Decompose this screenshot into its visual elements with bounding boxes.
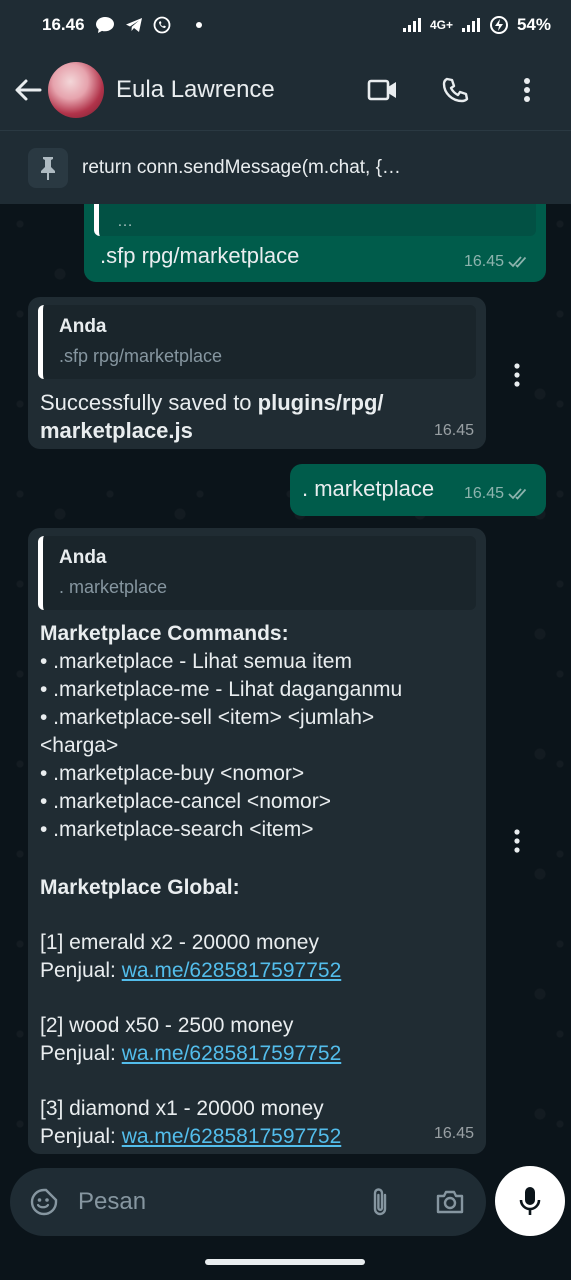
seller-link[interactable]: wa.me/6285817597752 xyxy=(122,959,342,982)
contact-name[interactable]: Eula Lawrence xyxy=(116,76,275,104)
kebab-menu-icon xyxy=(514,829,520,853)
microphone-icon xyxy=(519,1187,541,1215)
video-call-button[interactable] xyxy=(361,68,405,112)
pin-icon xyxy=(28,147,68,188)
kebab-menu-icon xyxy=(524,78,530,102)
quoted-text: . marketplace xyxy=(59,577,168,597)
message-incoming[interactable]: Anda . marketplace Marketplace Commands:… xyxy=(28,528,486,1154)
pinned-text: return conn.sendMessage(m.chat, {… xyxy=(82,156,401,178)
message-input[interactable]: Pesan xyxy=(78,1188,358,1216)
kebab-menu-icon xyxy=(514,363,520,387)
chat-area[interactable]: … .sfp rpg/marketplace 16.45 Anda .sfp r… xyxy=(0,204,571,1170)
command-line: <harga> xyxy=(40,734,119,757)
message-time: 16.45 xyxy=(464,248,532,276)
quoted-text: .sfp rpg/marketplace xyxy=(59,346,223,366)
phone-icon xyxy=(442,77,469,103)
pinned-message-bar[interactable]: return conn.sendMessage(m.chat, {… xyxy=(0,130,571,204)
arrow-left-icon xyxy=(15,79,42,101)
message-outgoing[interactable]: . marketplace 16.45 xyxy=(290,464,546,516)
chat-bubble-icon xyxy=(95,16,115,34)
double-check-icon xyxy=(508,256,527,268)
signal-icon xyxy=(402,17,422,33)
seller-label: Penjual: xyxy=(40,959,122,982)
message-time: 16.45 xyxy=(464,480,532,508)
listing-seller: Penjual: wa.me/6285817597752 xyxy=(40,1123,476,1151)
command-line: • .marketplace-me - Lihat daganganmu xyxy=(40,678,403,701)
voice-message-button[interactable] xyxy=(495,1166,565,1236)
back-button[interactable] xyxy=(6,68,50,112)
battery-charging-icon xyxy=(489,15,509,35)
seller-label: Penjual: xyxy=(40,1125,122,1148)
camera-button[interactable] xyxy=(428,1180,472,1224)
listing-line: [2] wood x50 - 2500 money xyxy=(40,1014,294,1037)
message-time: 16.45 xyxy=(433,422,474,439)
message-incoming[interactable]: Anda .sfp rpg/marketplace Successfully s… xyxy=(28,297,486,449)
quoted-sender: Anda xyxy=(59,547,107,568)
signal-2-icon xyxy=(461,17,481,33)
command-line: • .marketplace-search <item> xyxy=(40,818,314,841)
command-line: • .marketplace-sell <item> <jumlah> xyxy=(40,706,375,729)
avatar[interactable] xyxy=(48,62,104,118)
camera-icon xyxy=(436,1190,464,1214)
telegram-icon xyxy=(125,17,143,33)
message-time: 16.45 xyxy=(433,1125,474,1142)
emoji-button[interactable] xyxy=(16,1187,72,1217)
message-text: .sfp rpg/marketplace xyxy=(100,243,300,268)
command-line: • .marketplace-cancel <nomor> xyxy=(40,790,331,813)
text-prefix: Successfully saved to xyxy=(40,390,258,415)
time-label: 16.45 xyxy=(463,253,504,270)
video-camera-icon xyxy=(367,79,396,101)
seller-label: Penjual: xyxy=(40,1042,122,1065)
commands-title: Marketplace Commands: xyxy=(40,622,289,645)
double-check-icon xyxy=(508,488,527,500)
time-label: 16.45 xyxy=(463,485,504,502)
message-outgoing[interactable]: … .sfp rpg/marketplace 16.45 xyxy=(84,204,546,282)
quoted-message[interactable]: … xyxy=(94,204,536,236)
quoted-message[interactable]: Anda . marketplace xyxy=(38,536,476,610)
listing-seller: Penjual: wa.me/6285817597752 xyxy=(40,1040,476,1068)
global-title: Marketplace Global: xyxy=(40,876,240,899)
quoted-sender: Anda xyxy=(59,316,107,337)
listing-line: [1] emerald x2 - 20000 money xyxy=(40,931,319,954)
notification-dot-icon xyxy=(195,21,203,29)
paperclip-icon xyxy=(373,1188,387,1216)
listing-seller: Penjual: wa.me/6285817597752 xyxy=(40,957,476,985)
status-bar: 16.46 4G+ 54% xyxy=(0,0,571,50)
file-path-part-2: marketplace.js xyxy=(40,418,193,443)
chat-header: Eula Lawrence xyxy=(0,50,571,130)
message-composer: Pesan xyxy=(10,1168,486,1236)
message-options-button[interactable] xyxy=(505,824,529,860)
file-path-part-1: plugins/rpg/ xyxy=(257,390,384,415)
command-line: • .marketplace-buy <nomor> xyxy=(40,762,305,785)
listing-line: [3] diamond x1 - 20000 money xyxy=(40,1097,324,1120)
voice-call-button[interactable] xyxy=(433,68,477,112)
message-text: . marketplace xyxy=(302,476,435,501)
seller-link[interactable]: wa.me/6285817597752 xyxy=(122,1125,342,1148)
quoted-text: … xyxy=(117,213,133,230)
quoted-message[interactable]: Anda .sfp rpg/marketplace xyxy=(38,305,476,379)
message-body: Marketplace Commands: • .marketplace - L… xyxy=(38,620,476,1151)
network-type: 4G+ xyxy=(429,18,453,32)
emoji-sticker-icon xyxy=(30,1188,58,1216)
seller-link[interactable]: wa.me/6285817597752 xyxy=(122,1042,342,1065)
gesture-nav-bar[interactable] xyxy=(205,1259,365,1265)
more-options-button[interactable] xyxy=(505,68,549,112)
message-text: Successfully saved to plugins/rpg/ marke… xyxy=(38,389,476,445)
attach-button[interactable] xyxy=(358,1180,402,1224)
whatsapp-icon xyxy=(153,16,171,34)
message-options-button[interactable] xyxy=(505,358,529,394)
clock: 16.46 xyxy=(42,15,85,34)
command-line: • .marketplace - Lihat semua item xyxy=(40,650,352,673)
battery-level: 54% xyxy=(516,15,551,34)
